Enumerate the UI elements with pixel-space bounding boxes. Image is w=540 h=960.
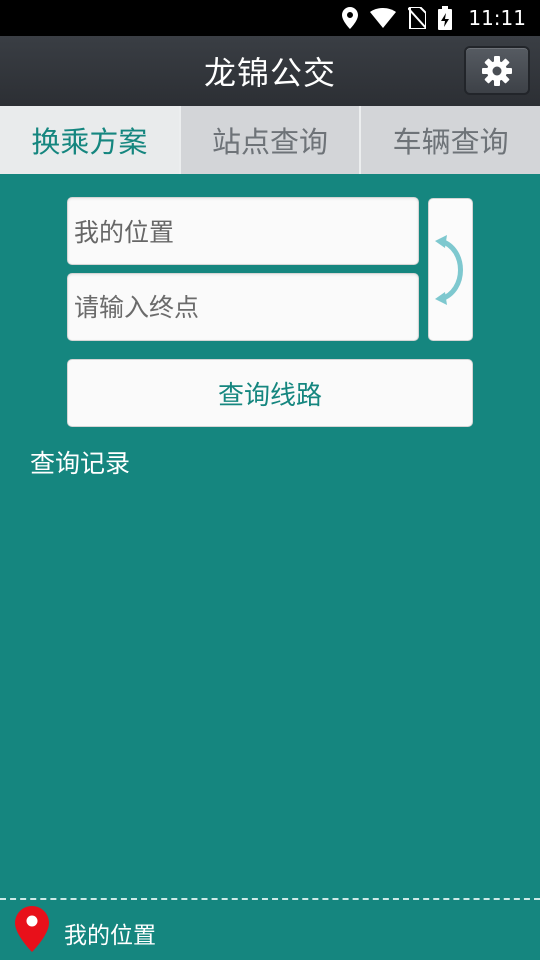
no-sim-icon <box>408 7 427 29</box>
gear-icon <box>482 55 512 86</box>
location-icon <box>342 7 359 29</box>
start-value: 我的位置 <box>74 218 175 247</box>
tab-vehicle-query[interactable]: 车辆查询 <box>359 106 540 174</box>
tab-transfer-plan[interactable]: 换乘方案 <box>0 106 179 174</box>
start-field[interactable]: 我的位置 <box>67 197 419 265</box>
app-bar: 龙锦公交 <box>0 36 540 106</box>
swap-arrows-icon <box>434 234 463 305</box>
tab-bar: 换乘方案 站点查询 车辆查询 <box>0 106 540 174</box>
my-location-bar[interactable]: 我的位置 <box>0 900 540 960</box>
wifi-icon <box>370 8 397 28</box>
my-location-label: 我的位置 <box>64 923 156 949</box>
end-field[interactable] <box>67 273 419 341</box>
history-title: 查询记录 <box>30 449 131 478</box>
status-bar: 11:11 <box>0 0 540 36</box>
map-pin-icon <box>15 906 49 952</box>
end-input[interactable] <box>74 292 418 322</box>
settings-button[interactable] <box>464 46 530 95</box>
tab-station-query[interactable]: 站点查询 <box>178 106 360 174</box>
app-title: 龙锦公交 <box>203 54 336 92</box>
status-time: 11:11 <box>468 6 526 30</box>
battery-charging-icon <box>438 6 453 30</box>
query-route-button[interactable]: 查询线路 <box>67 359 473 427</box>
swap-button[interactable] <box>428 198 473 341</box>
